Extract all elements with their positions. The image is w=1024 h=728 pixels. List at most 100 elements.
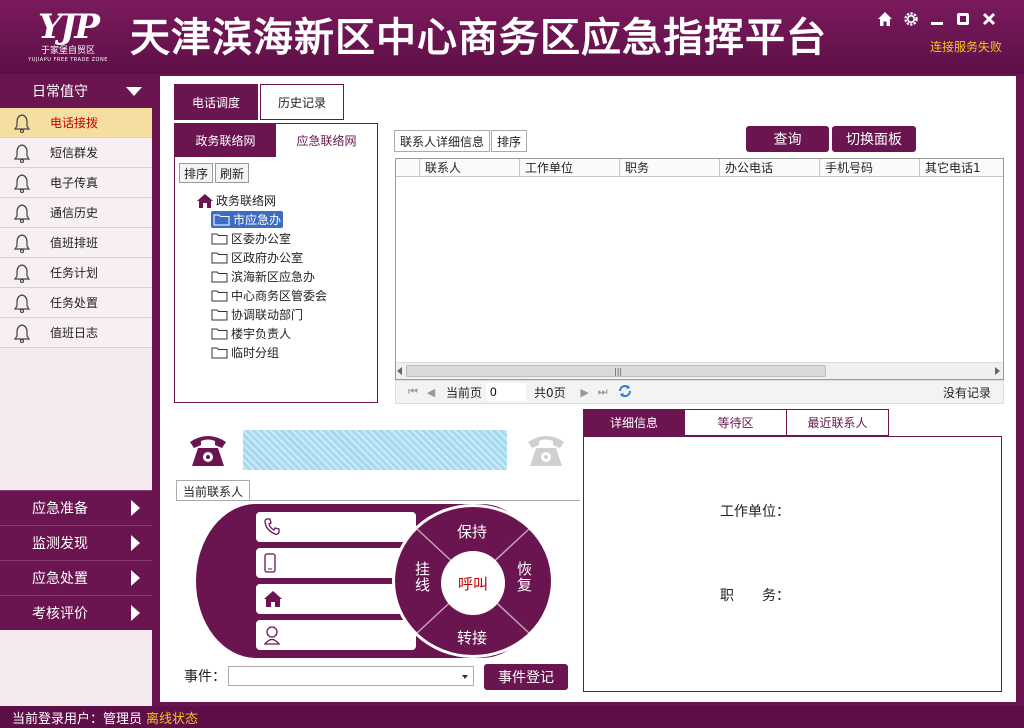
sidebar-item-label: 电子传真	[50, 176, 99, 190]
sidebar-item[interactable]: 电子传真	[0, 168, 152, 198]
column-header[interactable]: 联系人	[420, 159, 520, 176]
scroll-right-icon[interactable]	[995, 367, 1000, 375]
position-label: 职 务：	[720, 588, 790, 604]
tree-node[interactable]: 区政府办公室	[175, 248, 377, 267]
tree-node-label: 区委办公室	[231, 232, 292, 246]
bell-icon	[13, 143, 31, 163]
tab-recent-contacts[interactable]: 最近联系人	[787, 409, 889, 436]
minimize-icon[interactable]	[928, 10, 946, 28]
tree-node[interactable]: 市应急办	[175, 210, 377, 229]
scroll-left-icon[interactable]	[397, 367, 402, 375]
sidebar-category-evaluation[interactable]: 考核评价	[0, 595, 152, 630]
horizontal-scrollbar[interactable]: |||	[396, 362, 1003, 379]
prev-page-icon[interactable]: ◀	[422, 386, 440, 399]
phone-number-field[interactable]	[256, 512, 416, 542]
bell-icon	[13, 173, 31, 193]
column-header[interactable]: 职务	[620, 159, 720, 176]
tree-node-label: 区政府办公室	[231, 251, 304, 265]
tab-phone-dispatch[interactable]: 电话调度	[174, 84, 258, 120]
caller-display	[243, 430, 507, 470]
phone-icon	[264, 518, 280, 535]
tab-current-contact[interactable]: 当前联系人	[176, 480, 251, 501]
first-page-icon[interactable]: ⏮	[404, 385, 422, 399]
transfer-button[interactable]: 转接	[457, 627, 487, 648]
tree-root[interactable]: 政务联络网	[175, 191, 377, 210]
last-page-icon[interactable]: ⏭	[594, 385, 612, 399]
contact-tree-panel: 政务联络网 应急联络网 排序 刷新 政务联络网 市应急办区委办公室区政府办公室滨…	[174, 123, 378, 403]
tab-gov-network[interactable]: 政务联络网	[175, 124, 276, 157]
folder-icon	[211, 233, 228, 245]
sidebar-categories: 应急准备 监测发现 应急处置 考核评价	[0, 490, 152, 630]
next-page-icon[interactable]: ▶	[576, 386, 594, 399]
tree-node[interactable]: 协调联动部门	[175, 305, 377, 324]
tree-node[interactable]: 滨海新区应急办	[175, 267, 377, 286]
call-button[interactable]: 呼叫	[441, 551, 505, 615]
folder-icon	[211, 271, 228, 283]
query-button[interactable]: 查询	[746, 126, 829, 152]
column-header[interactable]: 办公电话	[720, 159, 820, 176]
tab-history[interactable]: 历史记录	[260, 84, 344, 120]
hangup-button[interactable]: 挂线	[415, 561, 431, 593]
info-panel: 工作单位： 职 务：	[583, 436, 1002, 692]
connection-status: 连接服务失败	[929, 40, 1002, 54]
sidebar-category-label: 应急准备	[32, 501, 88, 517]
column-header[interactable]: 工作单位	[520, 159, 620, 176]
home-icon	[197, 193, 213, 208]
tree-refresh-button[interactable]: 刷新	[215, 163, 250, 183]
tree-node-label: 临时分组	[231, 346, 280, 360]
tree-node[interactable]: 临时分组	[175, 343, 377, 362]
total-pages-label: 共0页	[534, 385, 566, 400]
phone-active-icon	[188, 432, 228, 468]
event-select[interactable]	[228, 666, 474, 686]
tab-emergency-network[interactable]: 应急联络网	[276, 124, 377, 157]
sidebar-item-label: 任务处置	[50, 296, 99, 310]
sidebar-item[interactable]: 任务计划	[0, 258, 152, 288]
tab-waiting-area[interactable]: 等待区	[685, 409, 787, 436]
maximize-icon[interactable]	[954, 10, 972, 28]
sidebar-item-label: 任务计划	[50, 266, 99, 280]
sidebar-item[interactable]: 值班排班	[0, 228, 152, 258]
hold-button[interactable]: 保持	[457, 521, 487, 542]
window-controls	[876, 10, 998, 28]
contact-detail-button[interactable]: 联系人详细信息	[394, 130, 491, 152]
status-bar: 当前登录用户：管理员 离线状态	[0, 706, 1024, 728]
tree-node[interactable]: 中心商务区管委会	[175, 286, 377, 305]
switch-panel-button[interactable]: 切换面板	[832, 126, 916, 152]
selected-node: 市应急办	[211, 211, 284, 228]
tree-node[interactable]: 楼宇负责人	[175, 324, 377, 343]
bell-icon	[13, 293, 31, 313]
refresh-icon[interactable]	[618, 384, 632, 401]
folder-icon	[211, 328, 228, 340]
sidebar-item[interactable]: 电话接拨	[0, 108, 152, 138]
current-page-input[interactable]	[486, 383, 527, 401]
no-records-label: 没有记录	[942, 385, 991, 400]
sidebar-item[interactable]: 短信群发	[0, 138, 152, 168]
logo-mark: YJP	[38, 7, 100, 47]
tab-details[interactable]: 详细信息	[583, 409, 685, 436]
mobile-icon	[264, 553, 276, 573]
sidebar-section-daily-duty[interactable]: 日常值守	[0, 74, 152, 108]
phone-idle-icon	[526, 432, 566, 468]
sidebar-item[interactable]: 值班日志	[0, 318, 152, 348]
sidebar-category-preparation[interactable]: 应急准备	[0, 490, 152, 525]
column-header[interactable]: 手机号码	[820, 159, 920, 176]
bell-icon	[13, 203, 31, 223]
contact-name-field[interactable]	[256, 620, 416, 650]
sidebar-category-response[interactable]: 应急处置	[0, 560, 152, 595]
tree-node[interactable]: 区委办公室	[175, 229, 377, 248]
sidebar-item[interactable]: 任务处置	[0, 288, 152, 318]
event-register-button[interactable]: 事件登记	[484, 664, 568, 690]
work-unit-label: 工作单位：	[720, 504, 790, 520]
home-icon[interactable]	[876, 10, 894, 28]
gear-icon[interactable]	[902, 10, 920, 28]
sidebar-item[interactable]: 通信历史	[0, 198, 152, 228]
event-row: 事件：	[184, 666, 474, 686]
tree-sort-button[interactable]: 排序	[179, 163, 214, 183]
sidebar-item-label: 通信历史	[50, 206, 99, 220]
resume-button[interactable]: 恢复	[517, 561, 533, 593]
sidebar-category-monitoring[interactable]: 监测发现	[0, 525, 152, 560]
grid-sort-button[interactable]: 排序	[491, 130, 528, 152]
column-header[interactable]: 其它电话1	[920, 159, 1003, 176]
close-icon[interactable]	[980, 10, 998, 28]
user-icon	[264, 626, 280, 645]
